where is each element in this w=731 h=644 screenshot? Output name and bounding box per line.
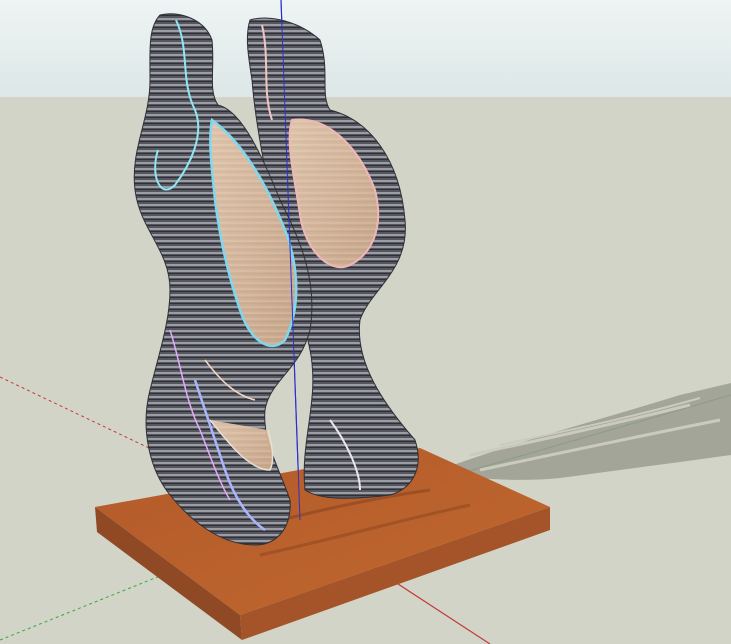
scene [0, 0, 731, 644]
model-viewport[interactable] [0, 0, 731, 644]
sky [0, 0, 731, 97]
